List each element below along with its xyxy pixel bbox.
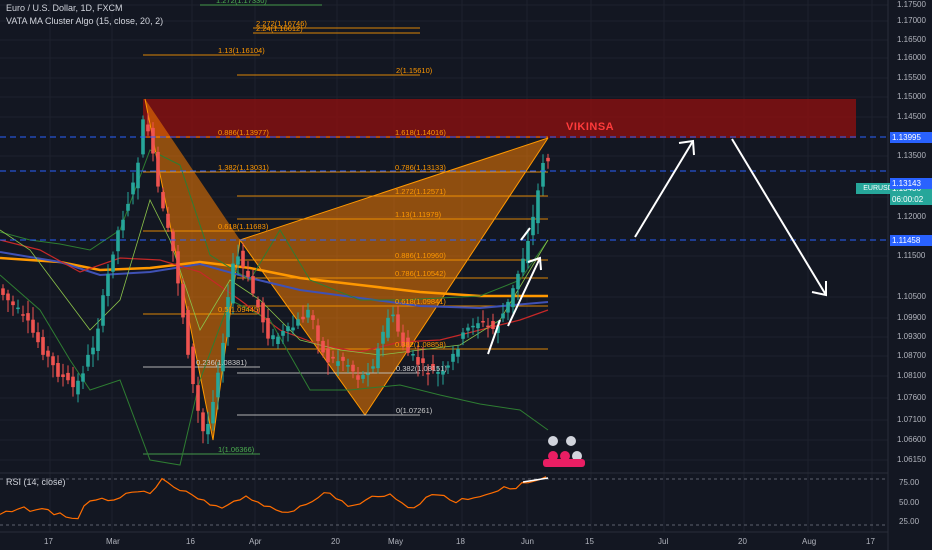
time-axis-label: 17	[44, 537, 53, 546]
fib-label: 0.382(1.08858)	[395, 340, 446, 349]
news-event-icons[interactable]	[543, 436, 585, 467]
fib-label: 1(1.06366)	[218, 445, 255, 454]
rsi-axis-label: 75.00	[899, 478, 920, 487]
rsi-title[interactable]: RSI (14, close)	[6, 477, 66, 487]
fib-label: 0.786(1.10542)	[395, 269, 446, 278]
watermark-text: VIKINSA	[566, 121, 615, 133]
price-tag: 1.13143	[890, 178, 932, 189]
rsi-axis-label: 50.00	[899, 498, 920, 507]
price-axis-label: 1.06600	[897, 435, 926, 444]
price-axis-label: 1.07600	[897, 393, 926, 402]
fib-label: 0.886(1.10960)	[395, 251, 446, 260]
fib-label: 2.24(1.16612)	[256, 24, 303, 33]
price-axis-label: 1.08100	[897, 371, 926, 380]
price-axis-label: 1.16000	[897, 53, 926, 62]
fib-label: 0.382(1.08151)	[396, 364, 447, 373]
price-axis-label: 1.12000	[897, 212, 926, 221]
fib-label: 0.786(1.13133)	[395, 163, 446, 172]
fib-label: 0.618(1.11683)	[218, 222, 269, 231]
price-axis-label: 1.11500	[897, 251, 926, 260]
chart-canvas[interactable]	[0, 0, 932, 550]
rsi-axis-label: 25.00	[899, 517, 920, 526]
price-axis-label: 1.07100	[897, 415, 926, 424]
time-axis-label: Mar	[106, 537, 120, 546]
price-axis-label: 1.17500	[897, 0, 926, 9]
fib-label: 1.382(1.13031)	[218, 163, 269, 172]
price-axis-label: 1.09900	[897, 313, 926, 322]
time-axis-label: 16	[186, 537, 195, 546]
time-axis-label: Apr	[249, 537, 262, 546]
time-axis-label: 18	[456, 537, 465, 546]
price-axis-label: 1.15500	[897, 73, 926, 82]
fib-label: 0.5(1.09445)	[218, 305, 261, 314]
price-axis-label: 1.16500	[897, 35, 926, 44]
time-axis-label: 15	[585, 537, 594, 546]
price-axis-label: 1.14500	[897, 112, 926, 121]
fib-label: 0(1.07261)	[396, 406, 433, 415]
price-axis-label: 1.17000	[897, 16, 926, 25]
rsi-line[interactable]	[0, 476, 547, 520]
fib-label: 0.236(1.08381)	[196, 358, 247, 367]
fib-label: 0.618(1.09841)	[395, 297, 446, 306]
time-axis-label: 20	[331, 537, 340, 546]
fib-label: 1.13(1.16104)	[218, 46, 265, 55]
fib-label: 1.13(1.11979)	[395, 210, 442, 219]
time-axis-label: Aug	[802, 537, 817, 546]
fib-label: 0.886(1.13977)	[218, 128, 269, 137]
time-axis-label: 20	[738, 537, 747, 546]
price-axis-label: 1.06150	[897, 455, 926, 464]
time-axis-label: Jun	[521, 537, 534, 546]
indicator-title[interactable]: VATA MA Cluster Algo (15, close, 20, 2)	[6, 16, 163, 26]
fib-label: 1.618(1.14016)	[395, 128, 446, 137]
time-axis-label: Jul	[658, 537, 669, 546]
price-axis-label: 1.13500	[897, 151, 926, 160]
price-axis-label: 1.08700	[897, 351, 926, 360]
price-axis-label: 1.09300	[897, 332, 926, 341]
price-tag: 06:00:02	[890, 194, 932, 205]
fib-label: 1.272(1.17330)	[216, 0, 267, 5]
symbol-title[interactable]: Euro / U.S. Dollar, 1D, FXCM	[6, 3, 123, 13]
fib-label: 2(1.15610)	[396, 66, 433, 75]
price-tag: 1.11458	[890, 235, 932, 246]
price-tag: 1.13995	[890, 132, 932, 143]
fib-label: 1.272(1.12571)	[395, 187, 446, 196]
price-axis-label: 1.10500	[897, 292, 926, 301]
time-axis-label: May	[388, 537, 404, 546]
time-axis-label: 17	[866, 537, 875, 546]
price-axis-label: 1.15000	[897, 92, 926, 101]
